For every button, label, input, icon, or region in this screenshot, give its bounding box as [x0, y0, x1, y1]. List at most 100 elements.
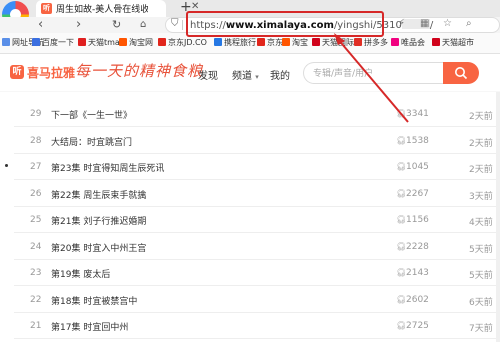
- headphones-icon: 🎧︎: [396, 162, 407, 171]
- track-date: 3天前: [469, 191, 493, 202]
- site-slogan: 每一天的精神食粮: [75, 62, 204, 80]
- search-button[interactable]: [443, 62, 479, 84]
- track-row[interactable]: 27 第23集 时宜得知周生辰死讯 1045 2天前 🎧︎: [14, 154, 500, 180]
- track-row[interactable]: 23 第19集 废太后 2143 5天前 🎧︎: [14, 260, 500, 286]
- track-date: 4天前: [469, 218, 493, 228]
- track-title[interactable]: 第23集 时宜得知周生辰死讯: [51, 161, 164, 174]
- grid-icon[interactable]: ▦: [420, 18, 429, 29]
- headphones-icon: 🎧︎: [396, 215, 407, 224]
- track-row[interactable]: 21 第17集 时宜回中州 2725 7天前 🎧︎: [14, 313, 500, 339]
- track-title[interactable]: 第22集 周生辰束手就擒: [51, 188, 146, 201]
- track-number: 25: [30, 215, 42, 225]
- bookmark-item[interactable]: 携程旅行: [214, 37, 256, 48]
- track-title[interactable]: 第20集 时宜入中州王宫: [51, 241, 146, 254]
- nav-channel[interactable]: 频道 ▾: [232, 67, 259, 82]
- bookmark-favicon-icon: [432, 38, 440, 46]
- home-icon[interactable]: ⌂: [140, 17, 146, 33]
- header-fade: [0, 87, 500, 97]
- bookmark-label: 拼多多: [364, 38, 388, 47]
- bookmark-item[interactable]: 淘宝网: [119, 37, 153, 48]
- headphones-icon: 🎧︎: [396, 294, 407, 304]
- track-number: 26: [30, 188, 42, 199]
- headphones-icon: 🎧︎: [396, 268, 407, 277]
- track-play-count: 2725: [406, 321, 429, 331]
- cursor-dot: [5, 164, 8, 167]
- track-number: 21: [30, 321, 42, 331]
- page-scrollbar[interactable]: [496, 92, 500, 342]
- chevron-down-icon: ▾: [255, 73, 259, 81]
- site-logo-text[interactable]: 喜马拉雅: [27, 64, 75, 81]
- track-date: 7天前: [469, 324, 493, 334]
- track-number: 29: [30, 109, 42, 119]
- bookmark-item[interactable]: 京东JD.CO: [158, 37, 207, 48]
- bookmark-favicon-icon: [257, 38, 265, 46]
- reload-icon[interactable]: ↻: [112, 17, 121, 33]
- track-play-count: 2267: [406, 188, 429, 199]
- bookmark-item[interactable]: 淘宝: [282, 37, 308, 48]
- extension-icon[interactable]: ⚡: [398, 18, 405, 29]
- track-row[interactable]: 29 下一部《一生一世》 3341 2天前 🎧︎: [14, 101, 500, 127]
- bookmark-label: 京东JD.CO: [168, 38, 207, 47]
- bookmark-item[interactable]: 京东: [257, 37, 283, 48]
- bookmark-item[interactable]: 百度一下: [32, 37, 74, 48]
- track-row[interactable]: 28 大结局：时宜跳宫门 1538 2天前 🎧︎: [14, 128, 500, 154]
- ximalaya-favicon-icon: 听: [41, 3, 52, 14]
- bookmark-item[interactable]: 拼多多: [354, 37, 388, 48]
- bookmark-favicon-icon: [312, 38, 320, 46]
- track-title[interactable]: 下一部《一生一世》: [51, 108, 132, 121]
- bookmark-item[interactable]: 天猫tmall: [78, 37, 124, 48]
- headphones-icon: 🎧︎: [396, 109, 407, 118]
- headphones-icon: 🎧︎: [396, 241, 407, 251]
- track-title[interactable]: 第18集 时宜被禁宫中: [51, 294, 137, 307]
- track-row[interactable]: 22 第18集 时宜被禁宫中 2602 6天前 🎧︎: [14, 287, 500, 313]
- track-play-count: 2228: [406, 241, 429, 252]
- security-shield-icon[interactable]: ⛉: [171, 18, 179, 29]
- bookmark-item[interactable]: 天猫国际: [312, 37, 354, 48]
- headphones-icon: 🎧︎: [396, 188, 407, 198]
- track-number: 23: [30, 268, 42, 278]
- track-play-count: 1156: [406, 215, 429, 225]
- track-row[interactable]: 25 第21集 刘子行推迟婚期 1156 4天前 🎧︎: [14, 207, 500, 233]
- bookmark-item[interactable]: 唯品会: [391, 37, 425, 48]
- nav-mine[interactable]: 我的: [270, 67, 290, 82]
- bookmark-favicon-icon: [32, 38, 40, 46]
- track-play-count: 1538: [406, 135, 429, 146]
- bookmark-label: 京东: [267, 38, 283, 47]
- back-icon[interactable]: ‹: [38, 17, 43, 33]
- ximalaya-logo-icon[interactable]: 听: [10, 65, 24, 79]
- bookmark-favicon-icon: [2, 38, 10, 46]
- nav-discover[interactable]: 发现: [198, 67, 218, 82]
- track-title[interactable]: 第19集 废太后: [51, 267, 110, 280]
- track-title[interactable]: 第17集 时宜回中州: [51, 320, 128, 333]
- track-number: 27: [30, 162, 42, 172]
- track-date: 2天前: [469, 165, 493, 175]
- browser-tab[interactable]: 听 周生如故-美人骨在线收听-喜马 ✕: [36, 0, 199, 17]
- track-row[interactable]: 26 第22集 周生辰束手就擒 2267 3天前 🎧︎: [14, 181, 500, 207]
- track-number: 28: [30, 135, 42, 146]
- headphones-icon: 🎧︎: [396, 135, 407, 145]
- track-play-count: 2602: [406, 294, 429, 305]
- search-engine-icon[interactable]: ⌕: [466, 18, 472, 29]
- track-number: 22: [30, 294, 42, 305]
- bookmark-item[interactable]: 天猫超市: [432, 37, 474, 48]
- bookmark-favicon-icon: [354, 38, 362, 46]
- track-date: 5天前: [469, 271, 493, 281]
- tab-title: 周生如故-美人骨在线收听-喜马: [56, 5, 148, 15]
- track-play-count: 2143: [406, 268, 429, 278]
- track-row[interactable]: 24 第20集 时宜入中州王宫 2228 5天前 🎧︎: [14, 234, 500, 260]
- forward-icon[interactable]: ›: [76, 17, 81, 33]
- track-date: 2天前: [469, 112, 493, 122]
- bookmark-label: 唯品会: [401, 38, 425, 47]
- track-play-count: 3341: [406, 109, 429, 119]
- bookmark-label: 携程旅行: [224, 38, 256, 47]
- bookmark-favicon-icon: [78, 38, 86, 46]
- bookmark-label: 天猫国际: [322, 38, 354, 47]
- track-play-count: 1045: [406, 162, 429, 172]
- track-title[interactable]: 大结局：时宜跳宫门: [51, 135, 132, 148]
- url-tail: /: [429, 20, 434, 31]
- bookmark-star-icon[interactable]: ☆: [443, 18, 452, 29]
- bookmark-favicon-icon: [282, 38, 290, 46]
- nav-channel-label: 频道: [232, 71, 252, 82]
- track-title[interactable]: 第21集 刘子行推迟婚期: [51, 214, 146, 227]
- bookmark-label: 淘宝: [292, 38, 308, 47]
